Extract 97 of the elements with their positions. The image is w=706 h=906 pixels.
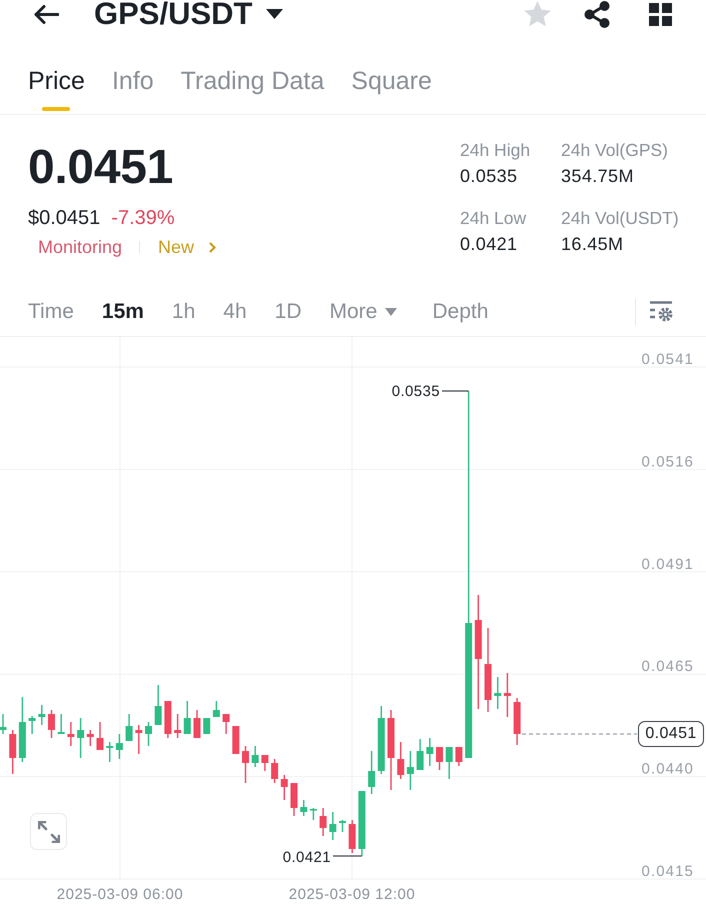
falling-candle — [242, 746, 249, 783]
falling-candle — [194, 710, 200, 738]
falling-candle — [271, 759, 278, 783]
caret-icon — [385, 308, 398, 316]
rising-candle — [406, 751, 414, 790]
rising-candle — [494, 677, 502, 709]
grid-icon[interactable] — [649, 2, 672, 26]
price-axis-label: 0.0516 — [642, 453, 694, 470]
interval-tab[interactable]: 15m — [102, 299, 144, 325]
star-icon[interactable] — [524, 1, 551, 27]
stat-value: 0.0421 — [460, 233, 518, 256]
interval-tab[interactable]: Depth — [432, 299, 488, 325]
price-axis-label: 0.0440 — [642, 760, 694, 778]
falling-candle — [320, 808, 327, 836]
falling-candle — [261, 755, 268, 771]
falling-candle — [232, 726, 240, 754]
time-axis-label: 2025-03-09 12:00 — [288, 886, 416, 903]
rising-candle — [426, 738, 434, 766]
rising-candle — [212, 701, 220, 717]
rising-candle — [203, 718, 210, 734]
tab[interactable]: Info — [112, 66, 154, 111]
falling-candle — [164, 701, 172, 738]
back-arrow-icon[interactable] — [33, 4, 59, 24]
chart-settings-icon[interactable] — [650, 301, 674, 323]
stat-label: 24h Vol(GPS) — [561, 139, 669, 162]
high-price-label: 0.0535 — [392, 383, 440, 400]
rising-candle — [38, 705, 46, 725]
rising-candle — [154, 685, 162, 725]
rising-candle — [358, 791, 366, 856]
rising-candle — [106, 742, 114, 762]
falling-candle — [280, 775, 288, 800]
rising-candle — [368, 751, 376, 794]
price-axis-label: 0.0465 — [642, 658, 694, 676]
rising-candle — [126, 714, 133, 741]
last-price: 0.0451 — [28, 140, 174, 196]
falling-candle — [348, 820, 356, 853]
falling-candle — [96, 722, 104, 750]
tab[interactable]: Square — [351, 66, 432, 111]
stat-label: 24h Low — [460, 207, 528, 230]
stat-label: 24h Vol(USDT) — [561, 207, 680, 230]
time-axis-label: 2025-03-09 06:00 — [56, 886, 184, 903]
falling-candle — [436, 747, 443, 770]
falling-candle — [397, 742, 404, 779]
pair-title[interactable]: GPS/USDT — [94, 0, 252, 29]
rising-candle — [58, 714, 65, 734]
rising-candle — [18, 697, 26, 762]
leader-line — [333, 855, 362, 857]
falling-candle — [174, 714, 182, 738]
interval-tab[interactable]: 1h — [172, 299, 196, 325]
expand-icon — [38, 820, 60, 842]
leader-line — [442, 390, 469, 392]
rising-candle — [252, 746, 259, 767]
interval-tab[interactable]: 1D — [274, 299, 302, 325]
rising-candle — [116, 734, 123, 759]
tab[interactable]: Trading Data — [180, 66, 324, 111]
rising-candle — [77, 718, 84, 758]
rising-candle — [310, 808, 317, 820]
rising-candle — [145, 722, 152, 746]
price-axis-label: 0.0415 — [642, 863, 694, 880]
rising-candle — [446, 747, 453, 779]
stat-value: 0.0535 — [460, 165, 518, 188]
interval-tab[interactable]: Time — [28, 299, 74, 325]
falling-candle — [222, 714, 230, 734]
stat-value: 354.75M — [561, 165, 635, 188]
fullscreen-button[interactable] — [30, 813, 67, 850]
rising-candle — [416, 739, 424, 770]
rising-candle — [184, 701, 191, 734]
falling-candle — [455, 747, 462, 766]
price-axis-label: 0.0541 — [642, 351, 694, 368]
falling-candle — [514, 698, 521, 745]
falling-candle — [135, 725, 142, 754]
interval-tab[interactable]: 4h — [223, 299, 247, 325]
price-change: -7.39% — [111, 206, 175, 231]
rising-candle — [28, 716, 36, 734]
falling-candle — [67, 722, 74, 746]
interval-dropdown[interactable]: More — [330, 299, 398, 325]
rising-candle — [339, 820, 346, 832]
falling-candle — [290, 783, 298, 816]
falling-candle — [48, 710, 55, 738]
stat-label: 24h High — [460, 139, 532, 162]
rising-candle — [378, 706, 385, 774]
status-label[interactable]: New — [158, 235, 194, 259]
stat-value: 16.45M — [561, 233, 624, 256]
tab[interactable]: Price — [28, 66, 85, 111]
falling-candle — [86, 730, 94, 746]
usd-price: $0.0451 — [28, 206, 100, 231]
status-label[interactable]: Monitoring — [38, 235, 122, 259]
caret-icon[interactable] — [266, 9, 284, 19]
rising-candle — [300, 800, 308, 816]
price-axis-label: 0.0491 — [642, 556, 694, 573]
last-price-label: 0.0451 — [638, 721, 704, 747]
falling-candle — [9, 730, 16, 774]
rising-candle — [0, 714, 6, 734]
falling-candle — [504, 673, 511, 717]
low-price-label: 0.0421 — [282, 849, 331, 866]
share-icon[interactable] — [584, 0, 610, 28]
rising-candle — [329, 812, 336, 840]
